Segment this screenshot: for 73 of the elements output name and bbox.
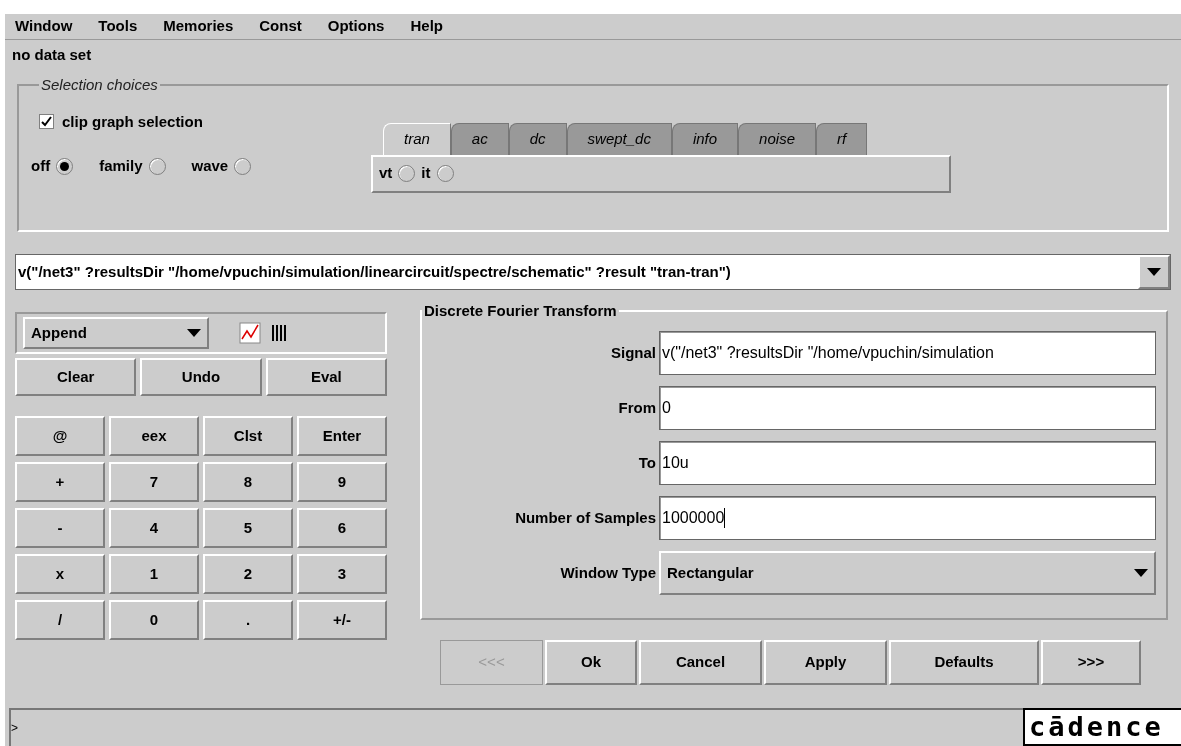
menu-item[interactable]: Window — [15, 15, 73, 38]
action-button[interactable]: Undo — [140, 358, 262, 396]
dialog-button[interactable]: Defaults — [889, 640, 1039, 685]
tab[interactable]: ac — [450, 122, 509, 155]
input-field[interactable]: v("/net3" ?resultsDir "/home/vpuchin/simulation — [659, 331, 1156, 375]
menu-item[interactable]: Help — [410, 15, 443, 38]
keypad-key[interactable]: 5 — [203, 508, 293, 548]
panel-title: Discrete Fourier Transform — [423, 301, 618, 321]
field-label: Number of Samples — [514, 507, 657, 528]
keypad-key[interactable]: x — [15, 554, 105, 594]
keypad-key[interactable]: 0 — [109, 600, 199, 640]
radio-button[interactable] — [148, 157, 166, 175]
dialog-button[interactable]: Apply — [764, 640, 887, 685]
radio-button[interactable] — [234, 157, 252, 175]
keypad-key[interactable]: 2 — [203, 554, 293, 594]
checkbox-label: clip graph selection — [62, 111, 203, 132]
caret-icon — [1134, 569, 1148, 577]
keypad-key[interactable]: Clst — [203, 416, 293, 456]
dialog-button[interactable]: Ok — [545, 640, 637, 685]
keypad-key[interactable]: +/- — [297, 600, 387, 640]
input-field[interactable]: 0 — [659, 386, 1156, 430]
menu-item[interactable]: Const — [259, 15, 302, 38]
field-label: Window Type — [559, 562, 657, 583]
keypad-key[interactable]: 4 — [109, 508, 199, 548]
tab[interactable]: noise — [738, 122, 816, 155]
input-field[interactable]: 10u — [659, 441, 1156, 485]
keypad-key[interactable]: @ — [15, 416, 105, 456]
field-label: From — [617, 397, 657, 418]
radio-label: family — [99, 156, 143, 176]
tab[interactable]: rf — [815, 122, 868, 155]
keypad-key[interactable]: Enter — [297, 416, 387, 456]
keypad-key[interactable]: - — [15, 508, 105, 548]
graph-icon[interactable] — [239, 322, 261, 344]
radio-button[interactable] — [398, 165, 416, 182]
keypad-key[interactable]: 6 — [297, 508, 387, 548]
keypad-key[interactable]: 1 — [109, 554, 199, 594]
tab[interactable]: dc — [508, 122, 567, 155]
keypad-key[interactable]: 9 — [297, 462, 387, 502]
status-text: no data set — [12, 46, 92, 63]
keypad-key[interactable]: . — [203, 600, 293, 640]
command-line[interactable]: > — [9, 708, 1023, 746]
radio-label: it — [421, 163, 431, 184]
panel-title: Selection choices — [40, 75, 159, 95]
menu-item[interactable]: Memories — [163, 15, 234, 38]
radio-label: vt — [379, 163, 393, 184]
menu-item[interactable]: Options — [327, 15, 385, 38]
keypad-key[interactable]: 7 — [109, 462, 199, 502]
radio-label: wave — [191, 156, 229, 176]
caret-icon — [187, 329, 201, 337]
action-button[interactable]: Clear — [15, 358, 137, 396]
keypad-key[interactable]: / — [15, 600, 105, 640]
keypad-key[interactable]: eex — [109, 416, 199, 456]
tab[interactable]: info — [671, 122, 739, 155]
dialog-button[interactable]: >>> — [1041, 640, 1141, 685]
field-label: Signal — [610, 342, 657, 363]
menu-item[interactable]: Tools — [98, 15, 138, 38]
radio-label: off — [31, 156, 51, 176]
radio-button[interactable] — [56, 157, 74, 175]
keypad-key[interactable]: + — [15, 462, 105, 502]
mode-select[interactable]: Append — [23, 317, 209, 349]
dialog-button[interactable]: Cancel — [639, 640, 762, 685]
keypad-key[interactable]: 8 — [203, 462, 293, 502]
cadence-logo: cādence — [1023, 708, 1181, 746]
checkbox[interactable] — [39, 114, 54, 130]
input-field[interactable]: 1000000 — [659, 496, 1156, 540]
radio-button[interactable] — [436, 165, 454, 182]
table-icon[interactable] — [271, 324, 289, 342]
action-button[interactable]: Eval — [265, 358, 387, 396]
keypad-key[interactable]: 3 — [297, 554, 387, 594]
tab[interactable]: swept_dc — [566, 122, 672, 155]
tab[interactable]: tran — [383, 122, 451, 155]
field-label: To — [637, 452, 657, 473]
window-type-select[interactable]: Rectangular — [659, 551, 1156, 595]
